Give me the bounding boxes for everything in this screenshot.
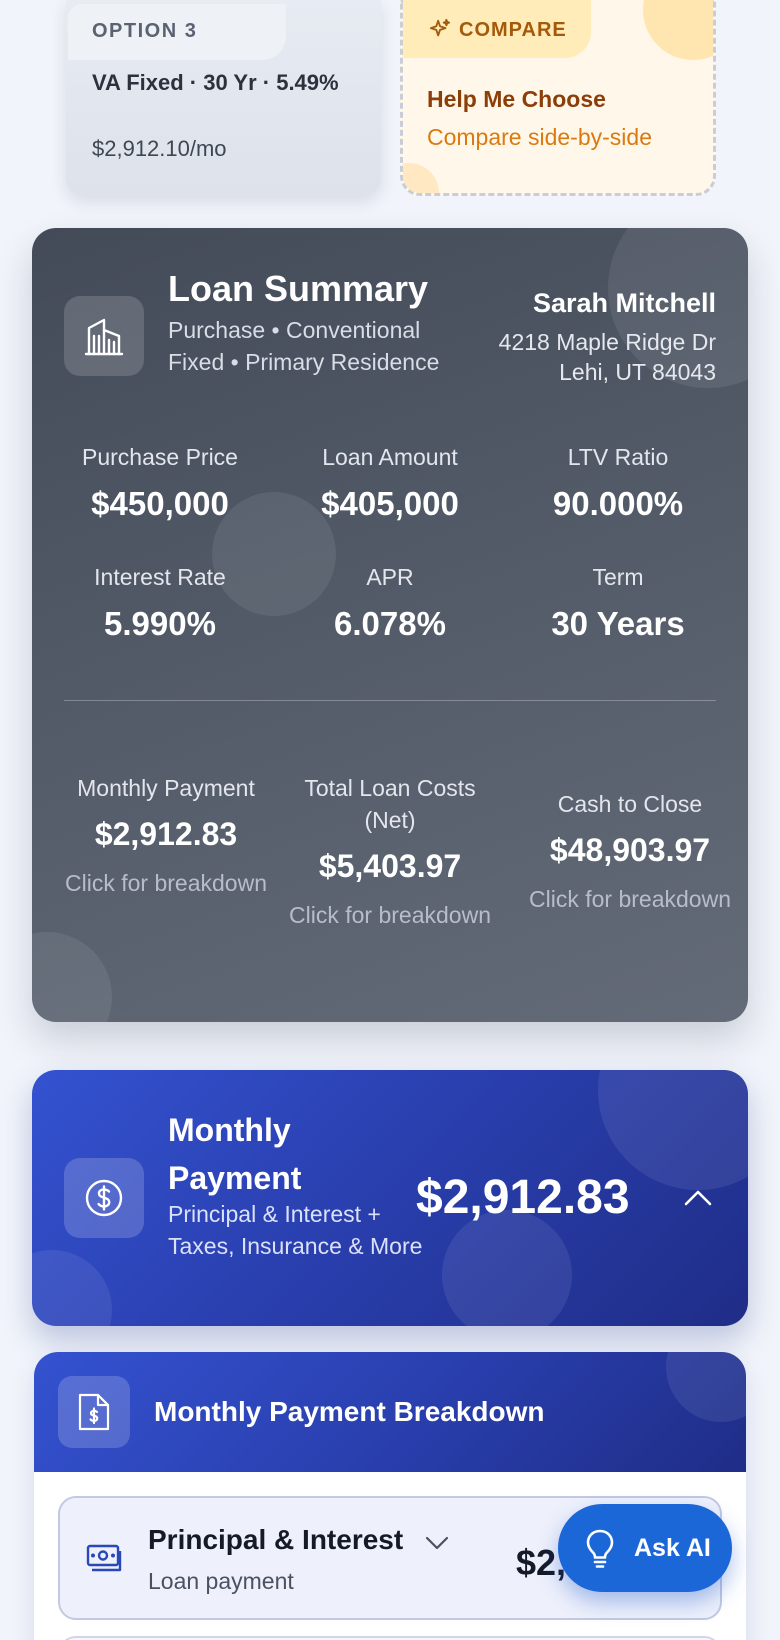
compare-tag-label: COMPARE bbox=[459, 19, 567, 41]
loan-summary-subtitle: Purchase • Conventional Fixed • Primary … bbox=[168, 317, 440, 375]
metric-term: Term 30 Years bbox=[504, 564, 732, 643]
address-line1: 4218 Maple Ridge Dr bbox=[498, 329, 716, 355]
decor-circle bbox=[32, 1250, 112, 1326]
total-label: Total Loan Costs (Net) bbox=[304, 775, 476, 833]
building-icon-box bbox=[64, 296, 144, 376]
payment-breakdown-panel: Monthly Payment Breakdown Principal & In… bbox=[34, 1352, 746, 1640]
loan-summary-title: Loan Summary bbox=[168, 268, 429, 309]
invoice-icon-box bbox=[58, 1376, 130, 1448]
metric-label: Loan Amount bbox=[322, 444, 458, 470]
divider bbox=[64, 700, 716, 701]
metric-interest-rate: Interest Rate 5.990% bbox=[46, 564, 274, 643]
breakdown-next-row[interactable] bbox=[58, 1636, 722, 1640]
breakdown-link[interactable]: Click for breakdown bbox=[54, 867, 278, 899]
total-loan-costs[interactable]: Total Loan Costs (Net) $5,403.97 Click f… bbox=[278, 772, 502, 931]
metric-label: LTV Ratio bbox=[567, 444, 669, 470]
chevron-up-icon[interactable] bbox=[682, 1186, 714, 1210]
metric-label: APR bbox=[366, 564, 414, 590]
total-monthly-payment[interactable]: Monthly Payment $2,912.83 Click for brea… bbox=[54, 772, 278, 899]
compare-title: Help Me Choose bbox=[427, 86, 606, 112]
option-tag: OPTION 3 bbox=[68, 4, 286, 60]
invoice-dollar-icon bbox=[78, 1393, 110, 1431]
monthly-payment-subtitle: Principal & Interest + Taxes, Insurance … bbox=[168, 1201, 423, 1259]
chevron-down-icon[interactable] bbox=[424, 1534, 450, 1552]
borrower-info: Sarah Mitchell 4218 Maple Ridge Dr Lehi,… bbox=[499, 288, 716, 387]
option-price: $2,912.10/mo bbox=[92, 136, 227, 161]
monthly-payment-card[interactable]: Monthly Payment Principal & Interest + T… bbox=[32, 1070, 748, 1326]
loan-summary-card: Loan Summary Purchase • Conventional Fix… bbox=[32, 228, 748, 1022]
money-bill-icon bbox=[86, 1544, 122, 1572]
decor-circle bbox=[666, 1352, 746, 1422]
metric-label: Purchase Price bbox=[82, 444, 238, 470]
decor-circle bbox=[643, 0, 713, 60]
monthly-payment-title: Monthly Payment bbox=[168, 1112, 302, 1196]
metric-loan-amount: Loan Amount $405,000 bbox=[276, 444, 504, 523]
metric-ltv-ratio: LTV Ratio 90.000% bbox=[504, 444, 732, 523]
metric-label: Term bbox=[592, 564, 644, 590]
principal-interest-title: Principal & Interest bbox=[148, 1524, 404, 1555]
metric-value: 5.990% bbox=[104, 605, 216, 642]
compare-subtitle: Compare side-by-side bbox=[427, 124, 652, 150]
building-icon bbox=[84, 318, 124, 356]
principal-interest-subtitle: Loan payment bbox=[148, 1568, 294, 1594]
option-title: VA Fixed · 30 Yr · 5.49% bbox=[92, 70, 339, 95]
metric-value: $405,000 bbox=[321, 485, 459, 522]
sparkle-icon bbox=[429, 18, 451, 46]
ask-ai-button[interactable]: Ask AI bbox=[558, 1504, 732, 1592]
decor-circle bbox=[403, 163, 439, 193]
total-label: Cash to Close bbox=[557, 791, 703, 817]
metric-value: 6.078% bbox=[334, 605, 446, 642]
metric-label: Interest Rate bbox=[94, 564, 226, 590]
breakdown-header: Monthly Payment Breakdown bbox=[34, 1352, 746, 1472]
option-card-3[interactable]: OPTION 3 VA Fixed · 30 Yr · 5.49% $2,912… bbox=[66, 0, 381, 196]
dollar-circle-icon bbox=[85, 1179, 123, 1217]
breakdown-title: Monthly Payment Breakdown bbox=[154, 1396, 545, 1427]
dollar-icon-box bbox=[64, 1158, 144, 1238]
compare-tag: COMPARE bbox=[403, 0, 591, 58]
metric-value: 30 Years bbox=[551, 605, 685, 642]
ask-ai-label: Ask AI bbox=[634, 1534, 711, 1562]
address-line2: Lehi, UT 84043 bbox=[559, 359, 716, 385]
breakdown-link[interactable]: Click for breakdown bbox=[278, 899, 502, 931]
total-value: $48,903.97 bbox=[549, 832, 711, 868]
metric-purchase-price: Purchase Price $450,000 bbox=[46, 444, 274, 523]
metric-apr: APR 6.078% bbox=[276, 564, 504, 643]
total-label: Monthly Payment bbox=[77, 775, 255, 801]
monthly-payment-amount: $2,912.83 bbox=[416, 1171, 630, 1224]
borrower-name: Sarah Mitchell bbox=[532, 288, 716, 318]
total-cash-to-close[interactable]: Cash to Close $48,903.97 Click for break… bbox=[510, 788, 748, 915]
metric-value: $450,000 bbox=[91, 485, 229, 522]
lightbulb-icon bbox=[586, 1529, 614, 1568]
decor-circle bbox=[442, 1210, 572, 1326]
compare-card[interactable]: COMPARE Help Me Choose Compare side-by-s… bbox=[400, 0, 716, 196]
metric-value: 90.000% bbox=[552, 485, 684, 522]
total-value: $2,912.83 bbox=[94, 816, 238, 852]
total-value: $5,403.97 bbox=[318, 848, 462, 884]
decor-circle bbox=[32, 932, 112, 1022]
breakdown-link[interactable]: Click for breakdown bbox=[510, 883, 748, 915]
